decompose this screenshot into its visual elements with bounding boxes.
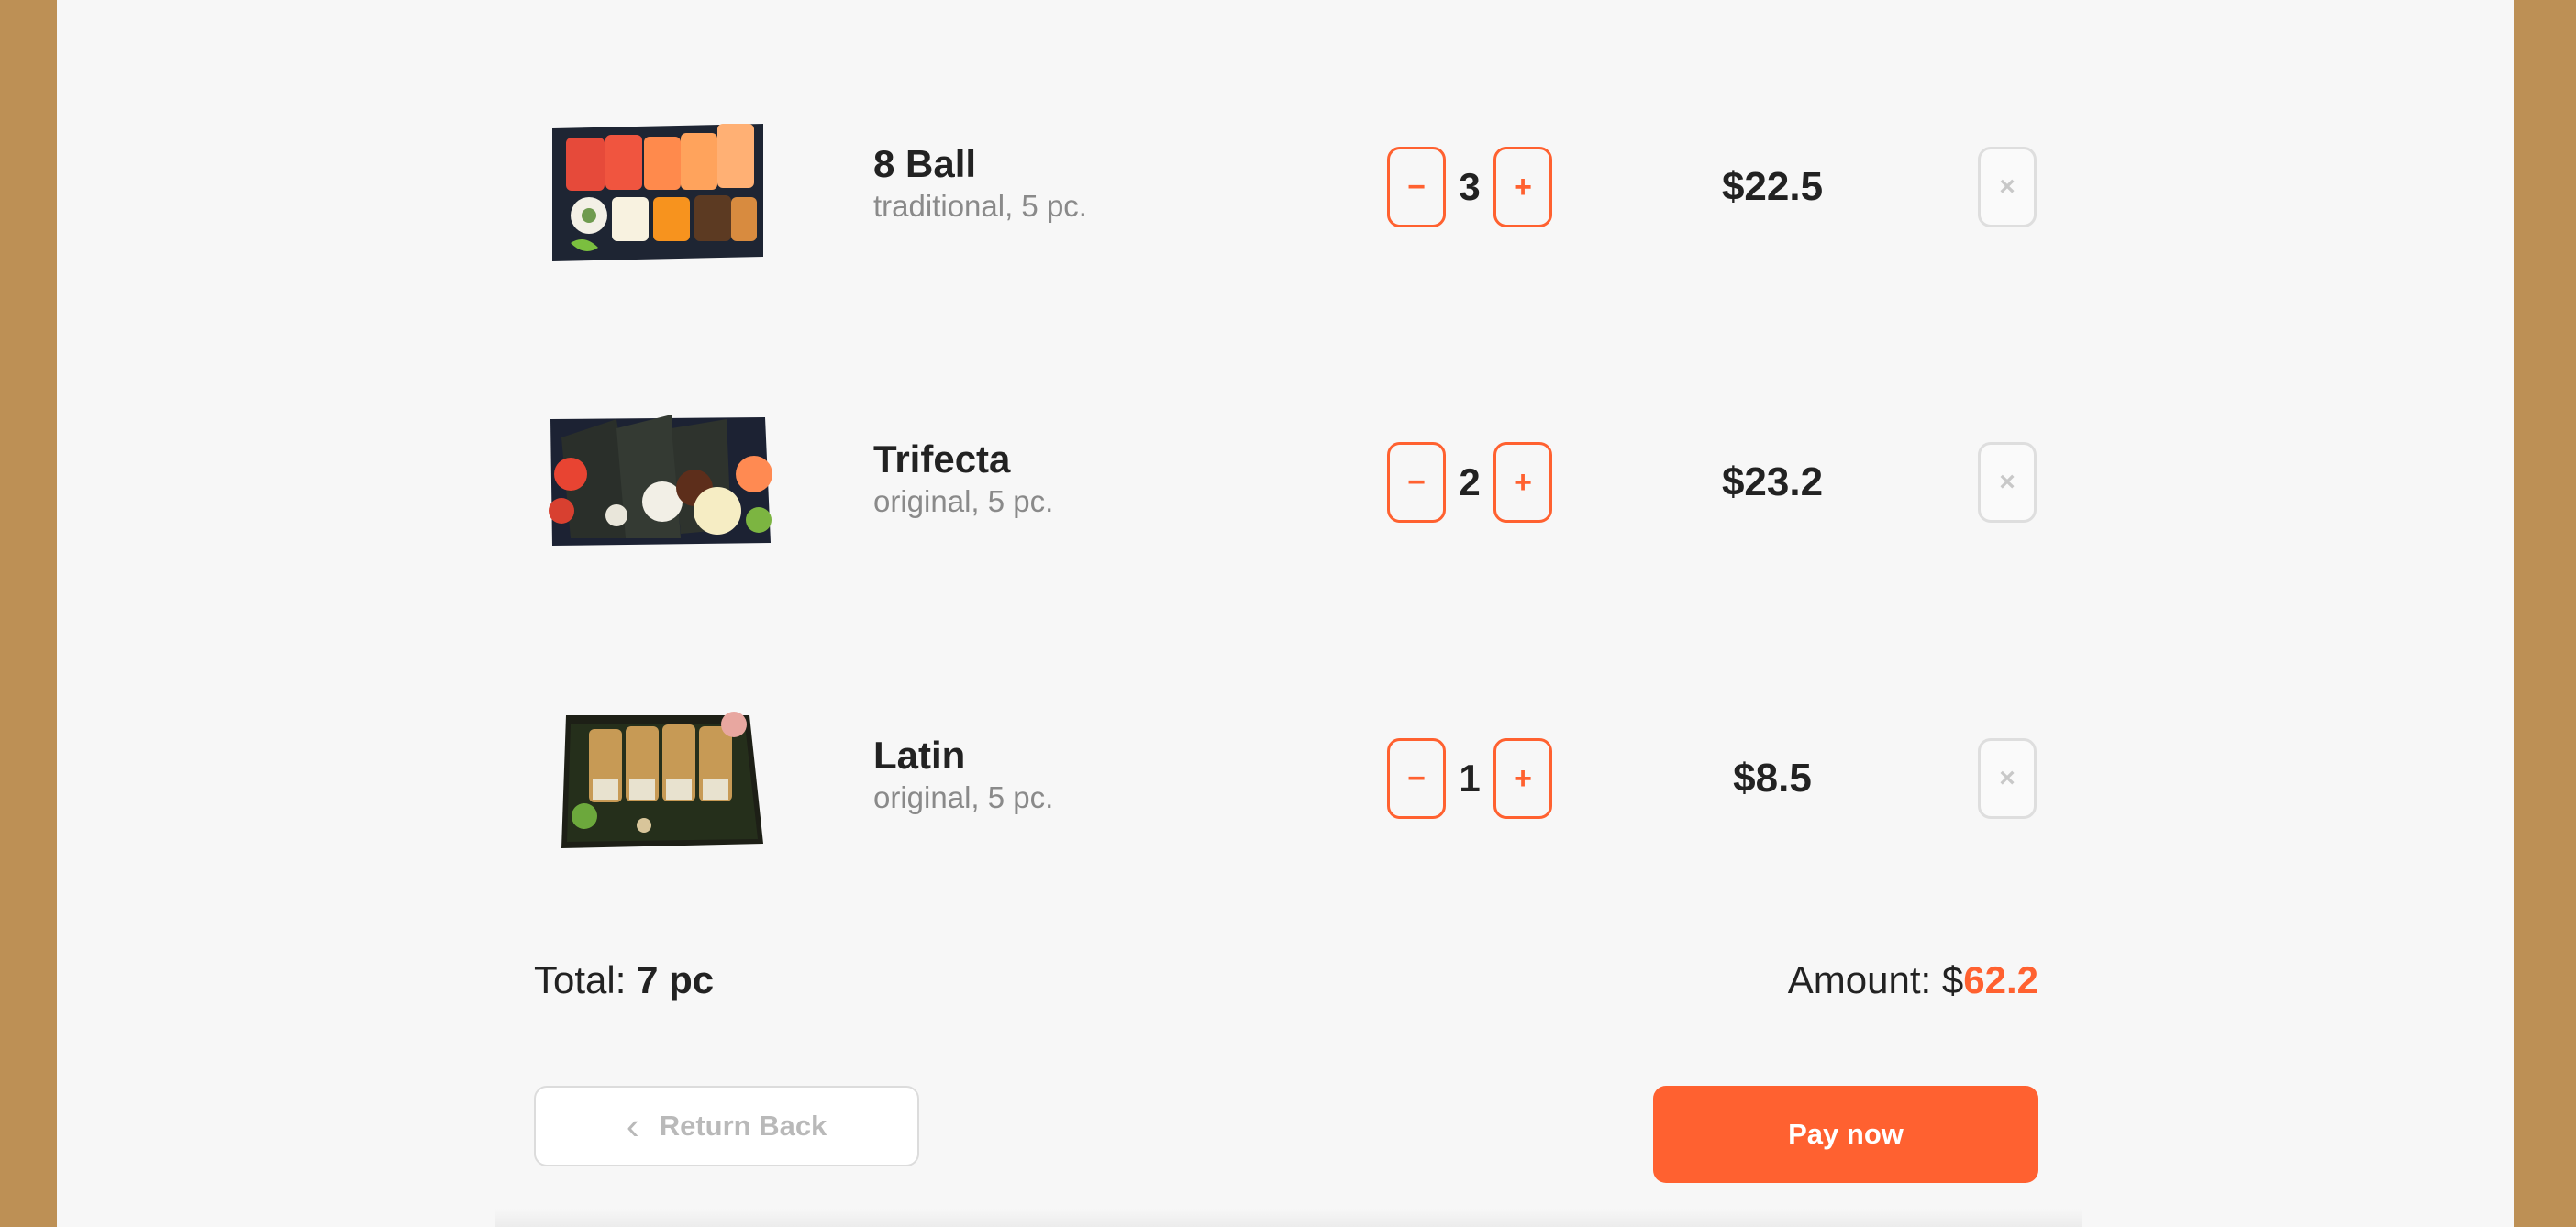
- item-name: Trifecta: [873, 437, 1011, 481]
- increment-button[interactable]: +: [1493, 147, 1552, 227]
- decrement-button[interactable]: −: [1387, 147, 1446, 227]
- quantity-stepper: − 1 +: [1387, 738, 1552, 821]
- cart-item: Trifecta original, 5 pc. − 2 + $23.2 ×: [534, 401, 2038, 566]
- chevron-left-icon: ‹: [626, 1104, 639, 1147]
- cart-summary: Total: 7 pc Amount: $62.2: [534, 958, 2038, 1013]
- total-count: Total: 7 pc: [534, 958, 714, 1002]
- item-name: 8 Ball: [873, 142, 977, 185]
- remove-item-button[interactable]: ×: [1978, 738, 2037, 819]
- quantity-stepper: − 3 +: [1387, 147, 1552, 229]
- cart-item: Latin original, 5 pc. − 1 + $8.5 ×: [534, 697, 2038, 862]
- item-image: [534, 697, 782, 862]
- remove-item-button[interactable]: ×: [1978, 442, 2037, 523]
- increment-button[interactable]: +: [1493, 738, 1552, 819]
- item-price: $8.5: [1733, 756, 1812, 801]
- item-price: $22.5: [1721, 164, 1824, 209]
- item-image: [534, 401, 782, 566]
- amount-label: Amount: $: [1787, 958, 1964, 1001]
- item-description: original, 5 pc.: [873, 484, 1054, 518]
- item-image: [534, 105, 782, 271]
- item-info: 8 Ball traditional, 5 pc.: [873, 142, 1087, 227]
- decrement-button[interactable]: −: [1387, 738, 1446, 819]
- item-price: $23.2: [1721, 459, 1824, 504]
- quantity-value: 3: [1459, 165, 1481, 208]
- quantity-value: 2: [1459, 460, 1481, 503]
- cart-item: 8 Ball traditional, 5 pc. − 3 + $22.5 ×: [534, 105, 2038, 271]
- bottom-divider: [495, 1209, 2082, 1227]
- quantity-stepper: − 2 +: [1387, 442, 1552, 525]
- pay-now-button[interactable]: Pay now: [1653, 1086, 2038, 1183]
- remove-item-button[interactable]: ×: [1978, 147, 2037, 227]
- return-back-label: Return Back: [659, 1110, 827, 1142]
- item-info: Latin original, 5 pc.: [873, 734, 1053, 818]
- amount-value: 62.2: [1963, 958, 2038, 1001]
- total-amount: Amount: $62.2: [1788, 958, 2038, 1002]
- item-description: traditional, 5 pc.: [873, 189, 1087, 223]
- item-info: Trifecta original, 5 pc.: [873, 437, 1053, 522]
- return-back-button[interactable]: ‹ Return Back: [534, 1086, 919, 1166]
- quantity-value: 1: [1459, 757, 1481, 800]
- item-name: Latin: [873, 734, 966, 777]
- increment-button[interactable]: +: [1493, 442, 1552, 523]
- total-value: 7 pc: [637, 958, 715, 1001]
- item-description: original, 5 pc.: [873, 780, 1054, 814]
- decrement-button[interactable]: −: [1387, 442, 1446, 523]
- pay-now-label: Pay now: [1788, 1118, 1904, 1150]
- total-label: Total:: [534, 958, 627, 1001]
